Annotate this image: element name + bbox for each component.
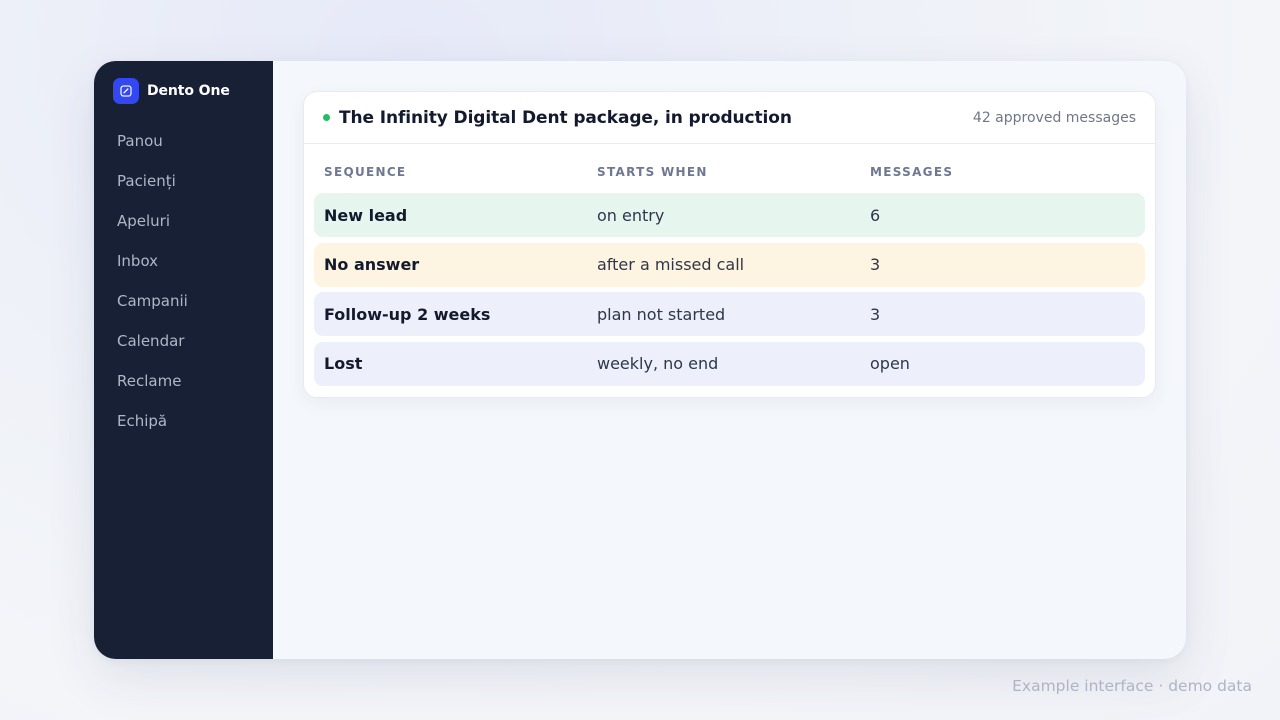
sequence-name: No answer: [324, 255, 420, 274]
sidebar-item-apeluri[interactable]: Apeluri: [94, 201, 273, 241]
sequence-card: The Infinity Digital Dent package, in pr…: [303, 91, 1156, 398]
sidebar-nav: Panou Pacienți Apeluri Inbox Campanii Ca…: [94, 121, 273, 441]
brand[interactable]: Dento One: [94, 61, 273, 121]
status-dot-icon: [323, 114, 330, 121]
sequence-trigger: on entry: [597, 205, 665, 225]
table-row[interactable]: New lead on entry 6: [314, 193, 1145, 237]
card-title: The Infinity Digital Dent package, in pr…: [339, 107, 792, 128]
sequence-trigger: after a missed call: [597, 255, 745, 274]
table-row[interactable]: Follow-up 2 weeks plan not started 3: [314, 292, 1145, 336]
sidebar: Dento One Panou Pacienți Apeluri Inbox C…: [94, 61, 273, 659]
sequence-trigger: plan not started: [597, 304, 726, 324]
column-header-messages: MESSAGES: [870, 164, 954, 179]
table-row[interactable]: Lost weekly, no end open: [314, 341, 1145, 386]
sidebar-item-inbox[interactable]: Inbox: [94, 241, 273, 281]
sidebar-item-campanii[interactable]: Campanii: [94, 281, 273, 321]
column-header-sequence: SEQUENCE: [324, 164, 407, 179]
sidebar-item-echipa[interactable]: Echipă: [94, 401, 273, 441]
sequence-name: Lost: [324, 354, 363, 373]
sequence-messages: open: [870, 354, 910, 373]
sequence-messages: 6: [870, 205, 881, 225]
app-window: Dento One Panou Pacienți Apeluri Inbox C…: [94, 61, 1186, 659]
sidebar-item-reclame[interactable]: Reclame: [94, 361, 273, 401]
sequence-name: New lead: [324, 205, 408, 225]
sequence-trigger: weekly, no end: [597, 354, 719, 373]
demo-disclaimer: Example interface · demo data: [1012, 677, 1252, 695]
brand-name: Dento One: [147, 83, 230, 99]
approved-messages-count: 42 approved messages: [972, 109, 1136, 126]
sequence-messages: 3: [870, 255, 881, 274]
brand-logo-icon: [113, 78, 139, 104]
column-header-starts-when: STARTS WHEN: [597, 164, 708, 179]
card-title-group: The Infinity Digital Dent package, in pr…: [323, 108, 792, 128]
table-row[interactable]: No answer after a missed call 3: [314, 242, 1145, 287]
sidebar-item-pacienti[interactable]: Pacienți: [94, 161, 273, 201]
sequence-messages: 3: [870, 304, 881, 324]
sequence-name: Follow-up 2 weeks: [324, 304, 491, 324]
main-content: The Infinity Digital Dent package, in pr…: [273, 61, 1186, 659]
sequence-table: SEQUENCE STARTS WHEN MESSAGES New lead o…: [304, 144, 1155, 386]
table-header: SEQUENCE STARTS WHEN MESSAGES: [314, 144, 1145, 193]
card-header: The Infinity Digital Dent package, in pr…: [304, 92, 1155, 144]
sidebar-item-panou[interactable]: Panou: [94, 121, 273, 161]
sidebar-item-calendar[interactable]: Calendar: [94, 321, 273, 361]
